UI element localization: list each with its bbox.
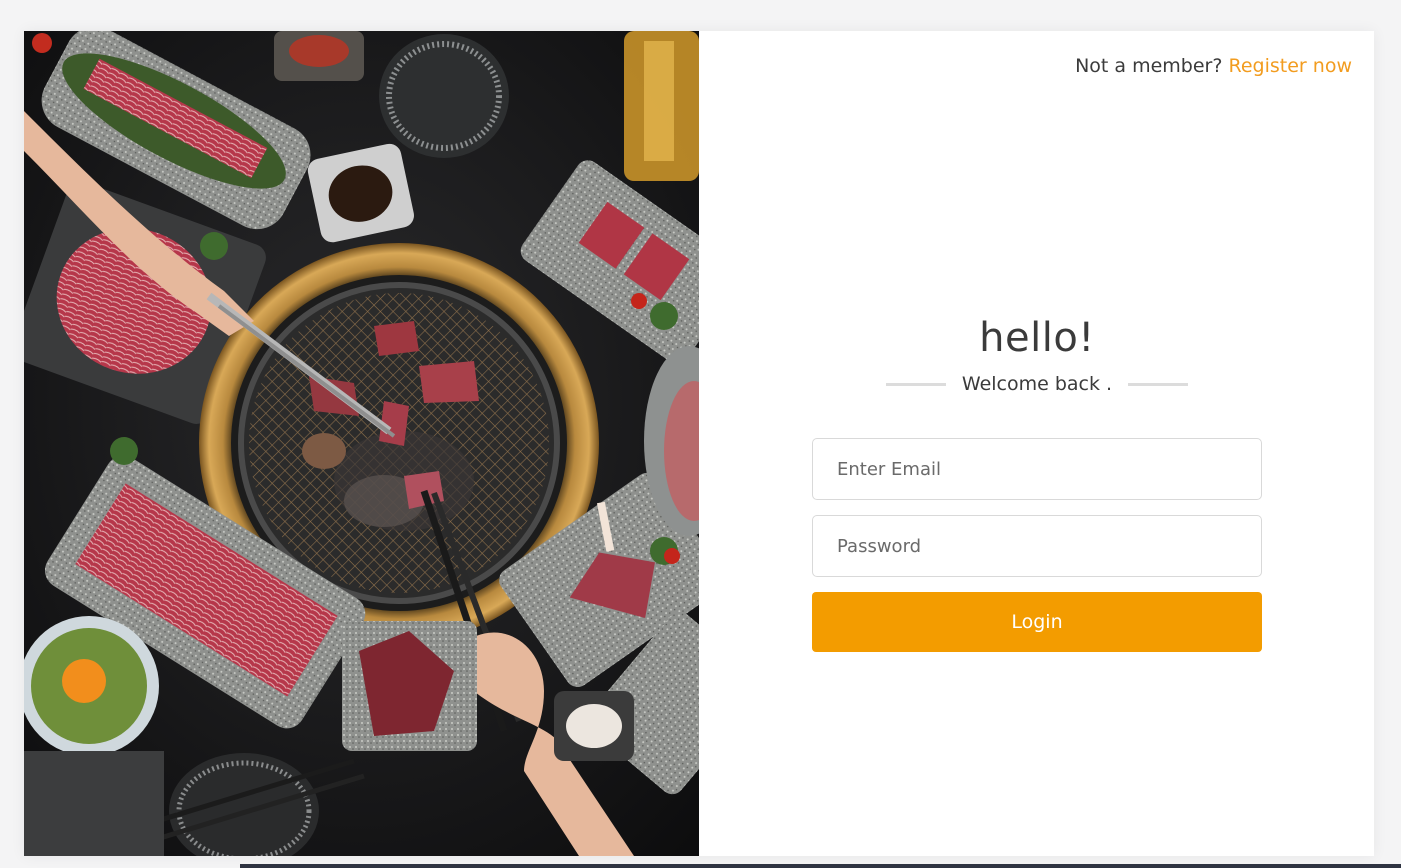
login-button[interactable]: Login [812, 592, 1262, 652]
password-input[interactable] [812, 515, 1262, 577]
welcome-text: Welcome back . [961, 373, 1113, 395]
email-input[interactable] [812, 438, 1262, 500]
bottom-edge-bar [240, 864, 1401, 868]
register-prompt-text: Not a member? [1075, 55, 1223, 77]
bbq-grill-photo-icon [24, 31, 699, 856]
login-card: Not a member? Register now hello! Welcom… [24, 31, 1374, 856]
register-now-link[interactable]: Register now [1229, 55, 1352, 77]
register-prompt: Not a member? Register now [1075, 55, 1352, 77]
login-page: Not a member? Register now hello! Welcom… [0, 0, 1401, 868]
greeting-heading: hello! [979, 315, 1095, 361]
login-form: hello! Welcome back . Login [812, 314, 1262, 652]
login-panel: Not a member? Register now hello! Welcom… [699, 31, 1374, 856]
divider-left [885, 382, 946, 386]
divider-right [1128, 382, 1189, 386]
hero-image [24, 31, 699, 856]
welcome-row: Welcome back . [812, 372, 1262, 396]
